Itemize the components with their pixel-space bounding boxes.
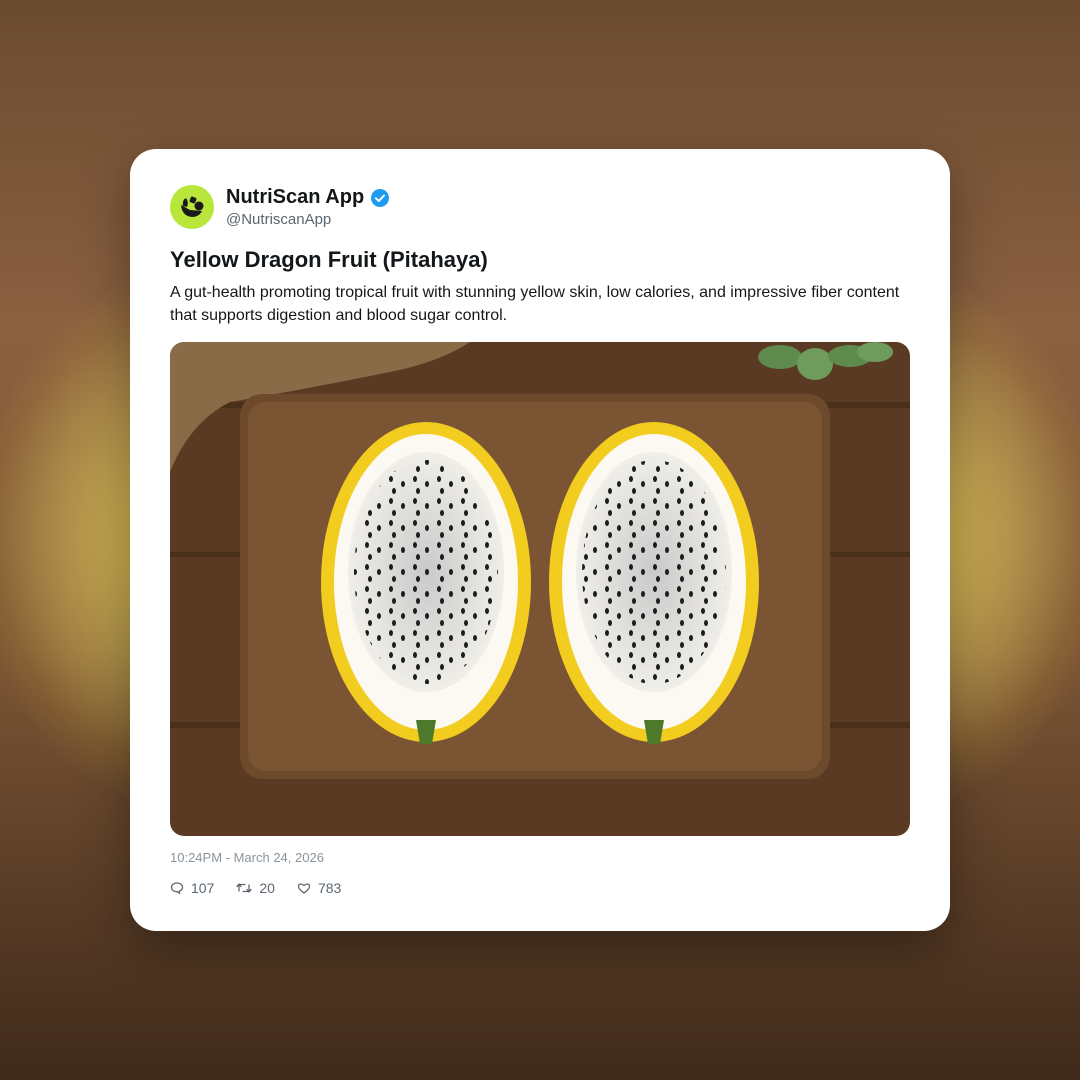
- comment-icon: [170, 882, 184, 895]
- author-name-row: NutriScan App: [226, 186, 390, 209]
- post-image[interactable]: [170, 342, 910, 836]
- engagement-bar: 107 20 783: [170, 880, 363, 896]
- dragon-fruit-photo: [170, 342, 910, 836]
- author-handle[interactable]: @NutriscanApp: [226, 211, 331, 228]
- post-title: Yellow Dragon Fruit (Pitahaya): [170, 247, 488, 272]
- like-count: 783: [317, 880, 342, 896]
- repost-button[interactable]: 20: [236, 880, 275, 896]
- reply-count: 107: [191, 880, 215, 896]
- repost-icon: [236, 883, 253, 893]
- post-card: NutriScan App @NutriscanApp Yellow Drago…: [130, 149, 950, 931]
- post-description: A gut-health promoting tropical fruit wi…: [170, 284, 900, 324]
- verified-badge-icon: [371, 188, 390, 207]
- reply-button[interactable]: 107: [170, 880, 214, 896]
- like-button[interactable]: 783: [297, 880, 341, 896]
- author-name[interactable]: NutriScan App: [226, 186, 364, 209]
- repost-count: 20: [259, 880, 275, 896]
- nutriscan-logo-icon: [181, 196, 204, 217]
- avatar[interactable]: [170, 185, 214, 229]
- heart-icon: [297, 883, 311, 894]
- post-timestamp: 10:24PM - March 24, 2026: [170, 850, 324, 865]
